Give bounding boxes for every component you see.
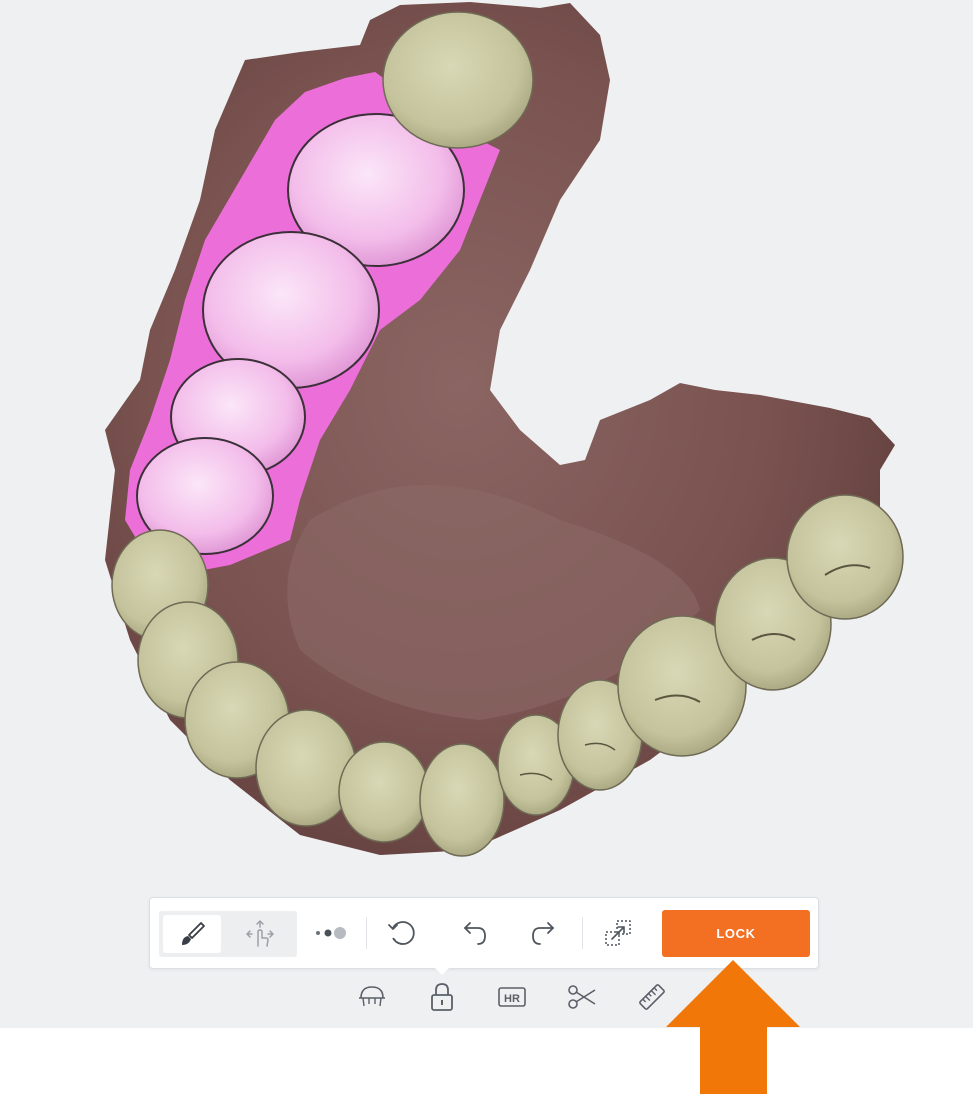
jaw-tool-button[interactable] [352, 978, 392, 1016]
lock-button[interactable]: LOCK [662, 910, 810, 957]
undo-icon [464, 922, 486, 945]
redo-button[interactable] [523, 913, 567, 953]
reset-button[interactable] [380, 913, 424, 953]
lock-icon [431, 983, 453, 1011]
reset-icon [388, 921, 415, 945]
hr-icon: HR [498, 987, 526, 1007]
ruler-icon [639, 984, 665, 1010]
redo-icon [532, 922, 554, 945]
move-gesture-icon [246, 920, 274, 947]
edit-toolbar: LOCK [149, 897, 819, 975]
toolbar-divider [366, 917, 367, 949]
brush-size-button[interactable] [308, 913, 352, 953]
hr-label: HR [504, 993, 520, 1005]
brush-size-icon [316, 927, 346, 939]
brush-tool-button[interactable] [163, 915, 221, 953]
mode-toggle-group [159, 911, 297, 957]
scissors-icon [568, 985, 596, 1009]
undo-button[interactable] [451, 913, 495, 953]
jaw-icon [359, 986, 385, 1007]
expand-selection-button[interactable] [596, 913, 640, 953]
brush-icon [182, 922, 205, 945]
dental-scan-model[interactable] [0, 0, 973, 1028]
scissors-tool-button[interactable] [562, 978, 602, 1016]
3d-viewport[interactable] [0, 0, 973, 1028]
expand-selection-icon [605, 920, 631, 946]
hr-tool-button[interactable]: HR [492, 978, 532, 1016]
toolbar-divider [582, 917, 583, 949]
move-tool-button[interactable] [231, 915, 289, 953]
lock-tool-button[interactable] [422, 978, 462, 1016]
arrow-up-icon [666, 960, 800, 1094]
